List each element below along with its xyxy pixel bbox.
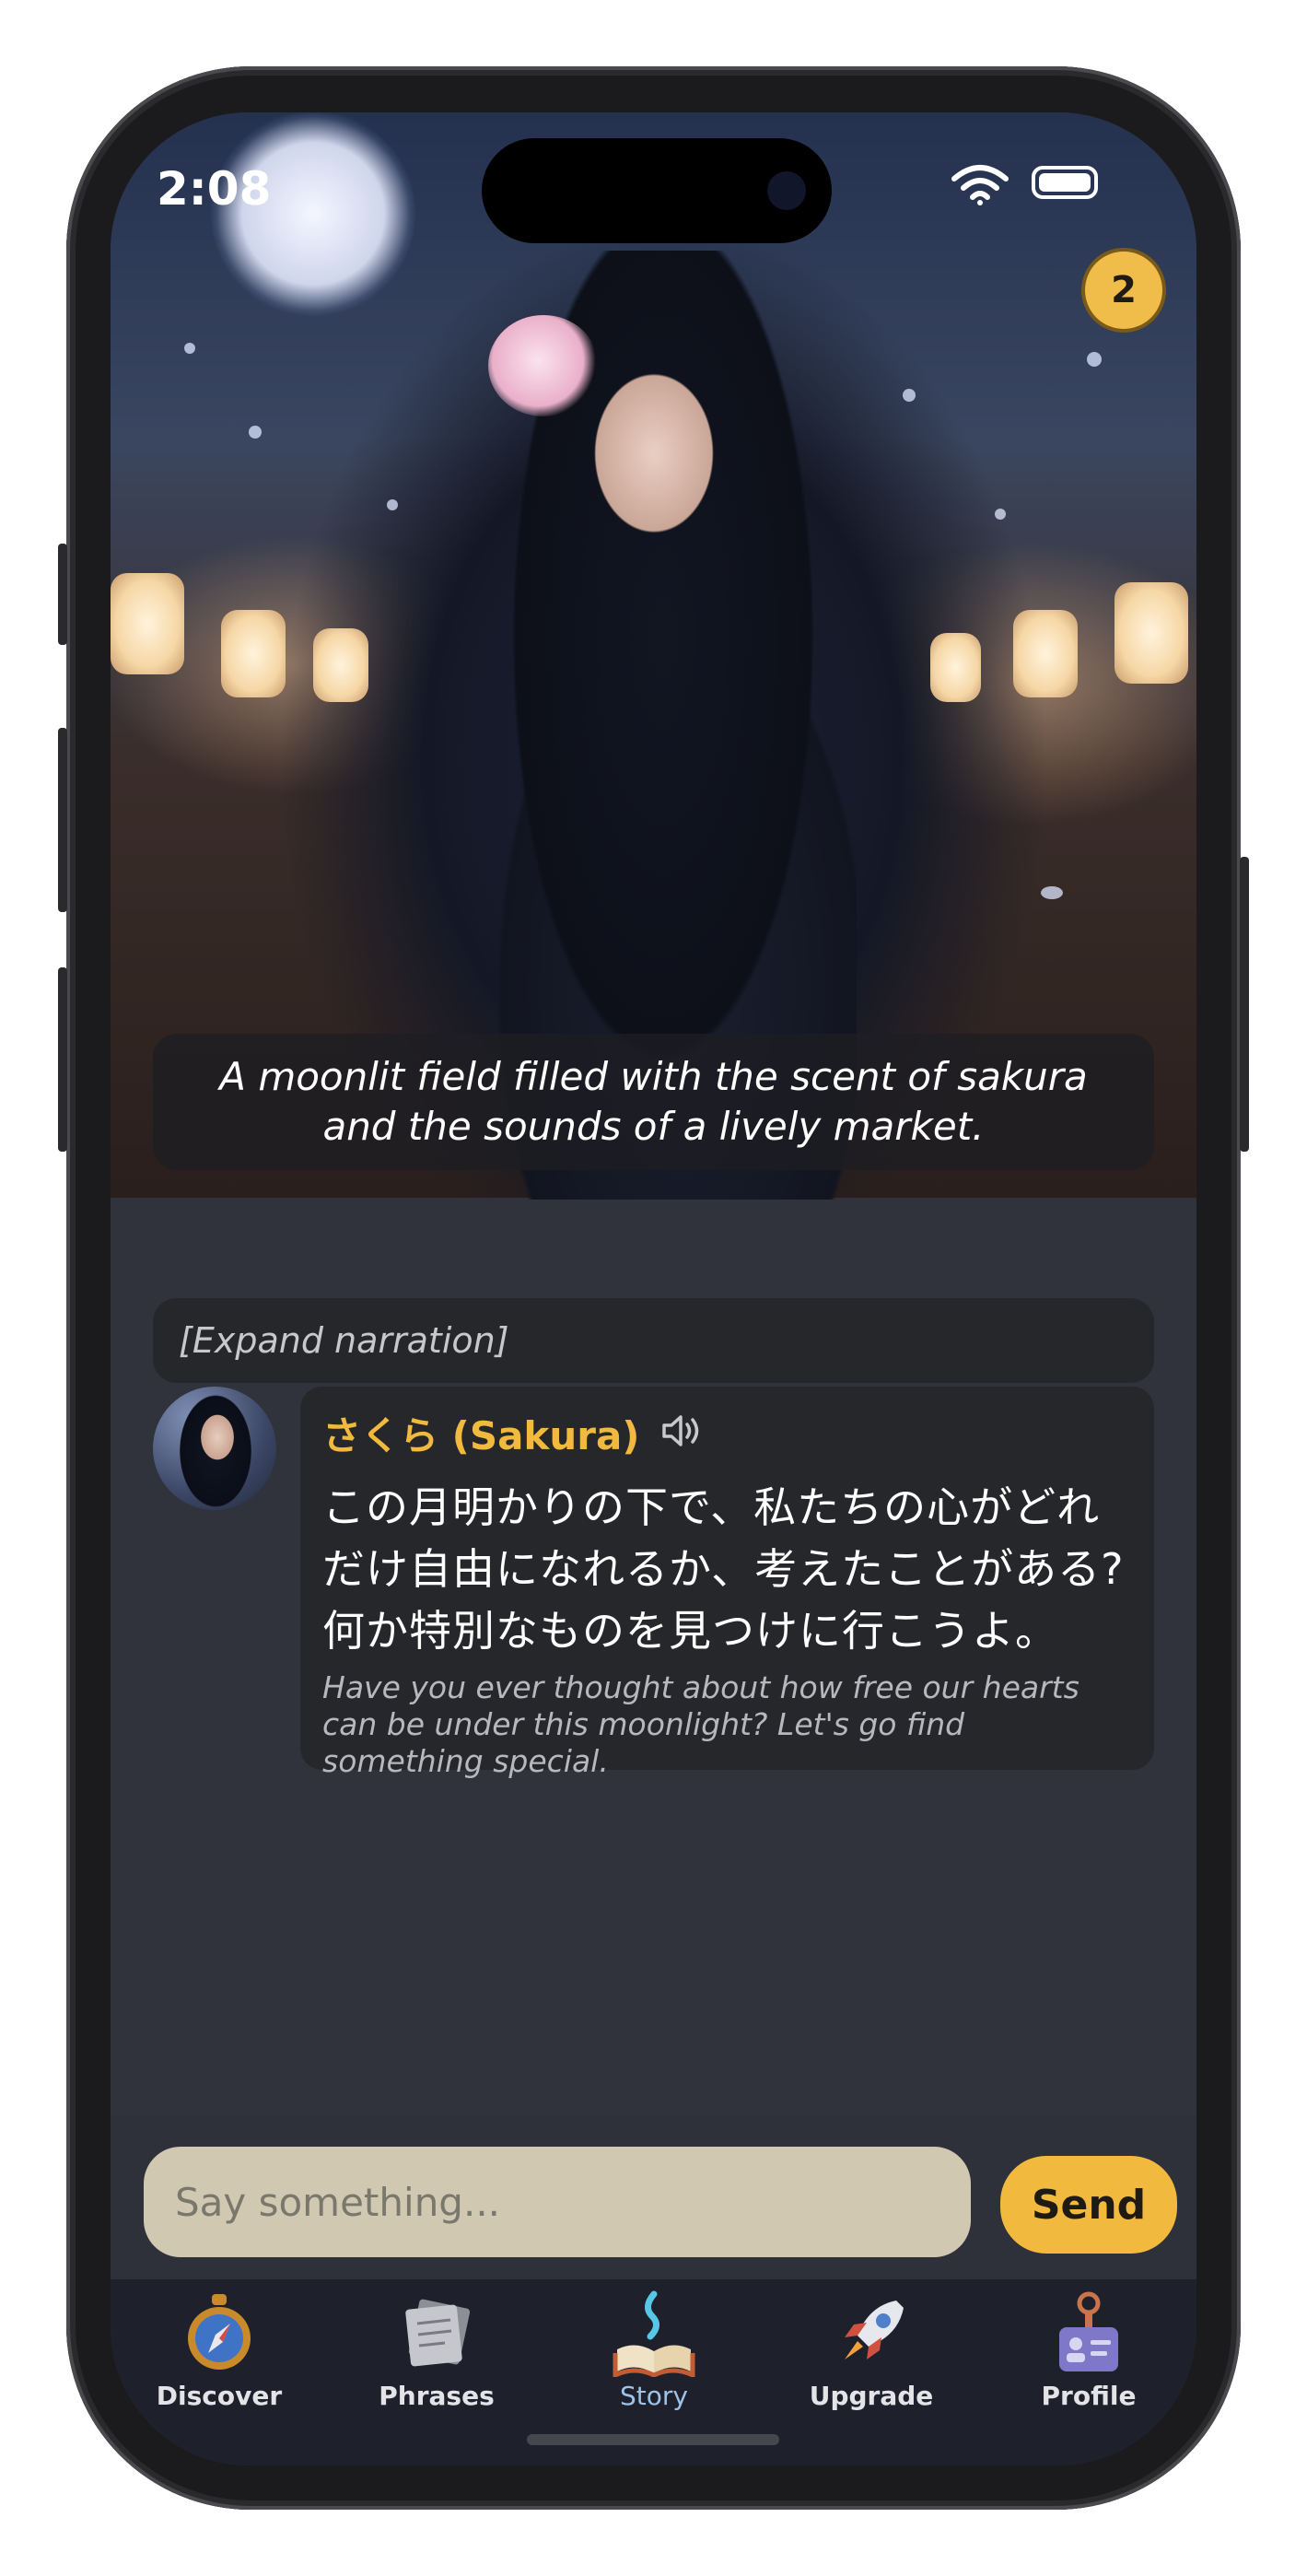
speaker-row: さくら (Sakura) [322,1405,1132,1460]
camera-icon [767,171,806,210]
tab-story[interactable]: Story [545,2279,763,2418]
blossom-light [995,509,1006,520]
lantern [313,628,368,702]
message-bubble: さくら (Sakura) この月明かりの下で、私たちの心がどれだけ自由になれるか… [300,1387,1154,1779]
speaker-audio-icon[interactable] [660,1412,706,1453]
lantern [111,573,184,674]
blossom-light [184,343,195,354]
expand-narration-button[interactable]: [Expand narration] [153,1298,1154,1383]
tab-bar: Discover Phrases Story Upgrade Profile [111,2279,1196,2465]
power-button [1240,857,1249,1152]
lantern [1013,610,1078,697]
lantern [1114,582,1188,684]
compass-icon [175,2289,263,2377]
tab-upgrade[interactable]: Upgrade [763,2279,980,2418]
status-time: 2:08 [157,162,272,216]
dynamic-island [482,138,832,243]
tab-profile[interactable]: Profile [980,2279,1196,2418]
blossom-light [1041,886,1063,899]
message-input[interactable] [144,2147,971,2257]
home-indicator[interactable] [527,2434,779,2445]
tab-label: Discover [156,2381,283,2411]
app-screen: A moonlit field filled with the scent of… [111,112,1196,2465]
character-avatar[interactable] [153,1387,276,1510]
lantern [221,610,286,697]
tab-label: Phrases [379,2381,495,2411]
action-button [58,544,67,645]
tab-label: Upgrade [809,2381,934,2411]
id-badge-icon [1044,2289,1133,2377]
rocket-icon [827,2289,916,2377]
wifi-icon [951,164,1009,210]
blossom-light [249,426,262,439]
notes-icon [392,2289,481,2377]
blossom-light [1087,352,1102,367]
tab-label: Story [620,2381,688,2411]
scene-caption: A moonlit field filled with the scent of… [153,1034,1154,1170]
message-translation: Have you ever thought about how free our… [322,1669,1079,1779]
speaker-name: さくら (Sakura) [322,1412,640,1458]
book-icon [610,2289,698,2377]
tab-discover[interactable]: Discover [111,2279,328,2418]
volume-down-button [58,967,67,1152]
send-button[interactable]: Send [1000,2156,1177,2254]
tab-phrases[interactable]: Phrases [328,2279,545,2418]
hair-flower [488,315,599,416]
scene-image: A moonlit field filled with the scent of… [111,112,1196,1200]
blossom-light [387,499,398,510]
battery-icon [1032,166,1098,199]
notification-badge[interactable]: 2 [1081,248,1166,333]
message-japanese: この月明かりの下で、私たちの心がどれだけ自由になれるか、考えたことがある? 何か… [322,1482,1125,1656]
blossom-light [903,389,916,402]
tab-label: Profile [1041,2381,1137,2411]
volume-up-button [58,728,67,912]
lantern [930,633,981,702]
